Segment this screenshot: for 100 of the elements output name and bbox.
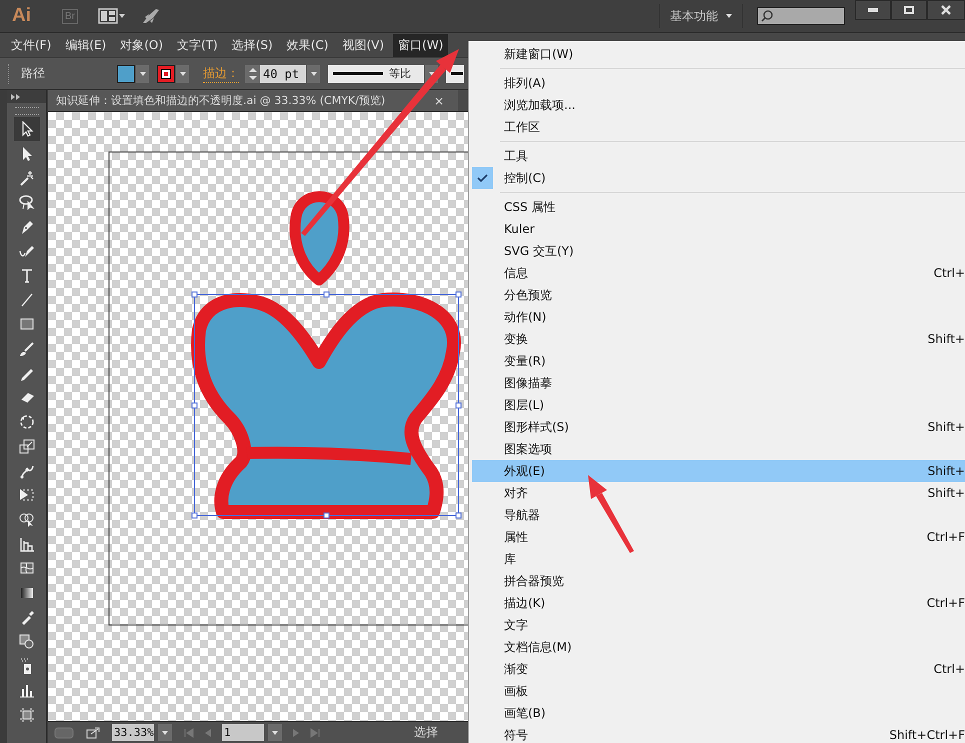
menu-option-label: 浏览加载项... (504, 96, 576, 114)
minimize-button[interactable] (855, 0, 891, 20)
search-field[interactable] (757, 7, 845, 25)
menu-option[interactable]: 画板 (472, 680, 965, 702)
menu-option-label: 图层(L) (504, 396, 544, 414)
selected-crown-shape[interactable] (191, 292, 462, 519)
menu-option[interactable]: 变量(R) (472, 350, 965, 372)
menu-option-label: 符号 (504, 726, 528, 743)
shortcut-label: Ctrl+F (926, 530, 965, 544)
menu-option[interactable]: 工具 (472, 145, 965, 167)
menu-option-label: 新建窗口(W) (504, 46, 574, 62)
menu-option-label: CSS 属性 (504, 198, 556, 216)
first-page-icon (184, 728, 194, 738)
stroke-dropdown[interactable] (176, 64, 189, 82)
export-icon (86, 726, 100, 738)
shortcut-label: Shift+ (928, 486, 965, 500)
menu-option-label: 外观(E) (504, 462, 545, 480)
menu-option[interactable]: 对齐 Shift+ (472, 482, 965, 504)
menu-item[interactable]: 对象(O) (115, 34, 168, 56)
collapse-arrows-icon (11, 94, 20, 100)
menu-option-label: 渐变 (504, 660, 528, 678)
menu-option[interactable]: 图形样式(S) Shift+ (472, 416, 965, 438)
zoom-dropdown[interactable] (158, 724, 172, 741)
menu-option[interactable]: 图案选项 (472, 438, 965, 460)
menu-option[interactable]: 变换 Shift+ (472, 328, 965, 350)
menu-option[interactable]: 新建窗口(W) (472, 43, 965, 65)
blend-icon (18, 633, 34, 650)
menu-option[interactable]: 导航器 (472, 504, 965, 526)
menu-item[interactable]: 效果(C) (282, 34, 334, 56)
caret-icon (162, 730, 168, 734)
stepped-grid-icon (18, 536, 34, 552)
menu-option[interactable]: SVG 交互(Y) (472, 240, 965, 262)
zoom-field[interactable]: 33.33% (112, 724, 154, 741)
profile-dropdown[interactable]: 等比 (328, 64, 424, 82)
shortcut-label: Shift+Ctrl+F (889, 728, 965, 742)
tab-close-button[interactable]: × (434, 94, 444, 108)
rocket-icon[interactable] (142, 8, 160, 24)
artboard-field[interactable]: 1 (222, 724, 264, 741)
menu-item[interactable]: 文件(F) (6, 34, 56, 56)
menu-option[interactable]: 属性 Ctrl+F (472, 526, 965, 548)
app-logo: Ai (12, 5, 32, 27)
menu-option[interactable]: 符号 Shift+Ctrl+F (472, 724, 965, 743)
caret-icon (726, 14, 732, 18)
fill-swatch[interactable] (117, 64, 135, 82)
stepper-button[interactable] (245, 64, 260, 82)
maximize-button[interactable] (891, 0, 927, 20)
menu-option-label: 工具 (504, 148, 528, 164)
menu-option[interactable]: 画笔(B) (472, 702, 965, 724)
menu-option[interactable]: 文字 (472, 614, 965, 636)
menu-option[interactable]: 图像描摹 (472, 372, 965, 394)
curvature-pen-icon (18, 243, 34, 260)
menu-option-label: 描边(K) (504, 594, 546, 612)
menu-option[interactable]: 工作区 (472, 116, 965, 138)
shortcut-label: Shift+ (928, 332, 965, 346)
caret-icon (180, 72, 186, 76)
menu-item[interactable]: 文字(T) (172, 34, 223, 56)
workspace-switcher[interactable]: 基本功能 (659, 4, 743, 28)
menu-option[interactable]: 文档信息(M) (472, 636, 965, 658)
shortcut-label: Shift+ (928, 464, 965, 478)
menu-option[interactable]: 排列(A) (472, 72, 965, 94)
fill-dropdown[interactable] (136, 64, 149, 82)
close-button[interactable] (927, 0, 965, 20)
menu-option-label: 信息 (504, 264, 528, 282)
magic-wand-icon (18, 170, 34, 186)
stroke-weight-field[interactable]: 40 pt (260, 64, 306, 82)
tool-button[interactable] (14, 117, 40, 142)
document-tab[interactable]: 知识延伸：设置填色和描边的不透明度.ai @ 33.33% (CMYK/预览) × (48, 90, 458, 111)
paintbrush-icon (18, 340, 34, 357)
shape-builder-icon (18, 511, 34, 528)
menu-option[interactable]: 拼合器预览 (472, 570, 965, 592)
menu-option[interactable]: 库 (472, 548, 965, 570)
menu-option-label: 图像描摹 (504, 374, 552, 392)
lasso-icon (18, 194, 34, 210)
menu-option-label: 控制(C) (504, 170, 546, 186)
shortcut-label: Ctrl+ (934, 266, 965, 280)
menu-item[interactable]: 选择(S) (226, 34, 278, 56)
menu-option[interactable]: 描边(K) Ctrl+F (472, 592, 965, 614)
menu-option[interactable]: CSS 属性 (472, 196, 965, 218)
menu-option[interactable]: 分色预览 (472, 284, 965, 306)
menu-option[interactable]: 外观(E) Shift+ (472, 460, 965, 482)
up-down-icon (248, 68, 256, 80)
checkmark-icon (477, 174, 488, 182)
stroke-swatch[interactable] (157, 64, 175, 82)
menu-item[interactable]: 窗口(W) (393, 34, 448, 56)
weight-dropdown[interactable] (307, 64, 320, 82)
menu-option[interactable]: 渐变 Ctrl+ (472, 658, 965, 680)
menu-option[interactable]: 浏览加载项... (472, 94, 965, 116)
menu-item[interactable]: 视图(V) (337, 34, 390, 56)
scale-icon (18, 438, 34, 454)
menu-option[interactable]: 控制(C) (472, 167, 965, 189)
layout-icon[interactable] (98, 8, 126, 24)
menu-option-label: 库 (504, 550, 516, 568)
menu-option[interactable]: 动作(N) (472, 306, 965, 328)
artboard-dropdown[interactable] (268, 724, 282, 741)
minimize-icon (868, 8, 878, 12)
menu-option[interactable]: Kuler (472, 218, 965, 240)
menu-option[interactable]: 信息 Ctrl+ (472, 262, 965, 284)
menu-option[interactable]: 图层(L) (472, 394, 965, 416)
menu-option-label: 文字 (504, 616, 528, 634)
menu-item[interactable]: 编辑(E) (60, 34, 112, 56)
